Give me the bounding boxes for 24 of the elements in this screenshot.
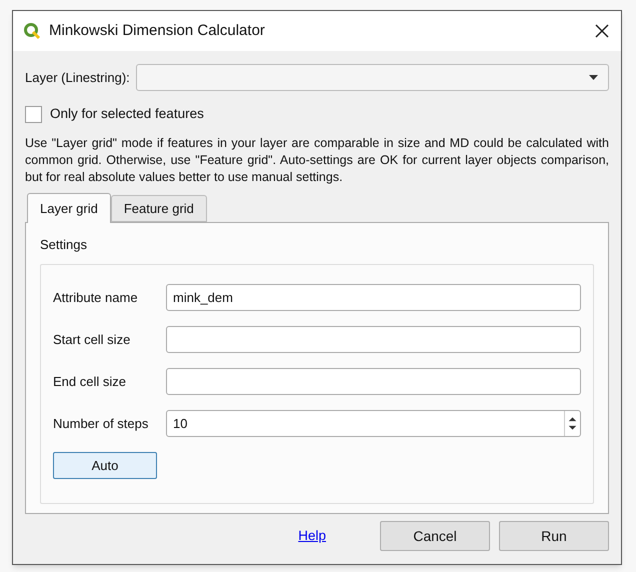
spin-box[interactable]: 10 <box>166 410 581 437</box>
settings-title: Settings <box>40 236 88 254</box>
window-title: Minkowski Dimension Calculator <box>49 20 266 41</box>
dialog-button[interactable]: Run <box>499 521 609 552</box>
caret-icon <box>589 75 598 80</box>
text-field[interactable] <box>166 326 581 353</box>
layer-label: Layer (Linestring): <box>25 68 130 87</box>
text-field[interactable]: mink_dem <box>166 284 581 311</box>
checkbox-label: Only for selected features <box>50 105 204 123</box>
field-label: Number of steps <box>53 414 150 433</box>
dialog-button[interactable]: Cancel <box>380 521 490 552</box>
field-label: End cell size <box>53 372 127 390</box>
auto-button[interactable]: Auto <box>53 452 157 479</box>
help-link[interactable]: Help <box>298 526 326 546</box>
app-logo-icon <box>23 22 41 40</box>
layer-dropdown[interactable] <box>136 64 609 91</box>
tab[interactable]: Feature grid <box>110 195 207 222</box>
tab[interactable]: Layer grid <box>27 193 111 224</box>
checkbox[interactable] <box>25 106 42 123</box>
field-label: Start cell size <box>53 330 132 348</box>
field-label: Attribute name <box>53 288 139 306</box>
description-text: Use "Layer grid" mode if features in your layer are comparable in size and MD could be calculated with common grid. Otherwise, use "Feature grid". Auto-settings are OK for current layer objects comparison, but for real absolute values better to use manual settings. <box>25 135 609 186</box>
close-icon[interactable] <box>595 24 609 38</box>
text-field[interactable] <box>166 368 581 395</box>
